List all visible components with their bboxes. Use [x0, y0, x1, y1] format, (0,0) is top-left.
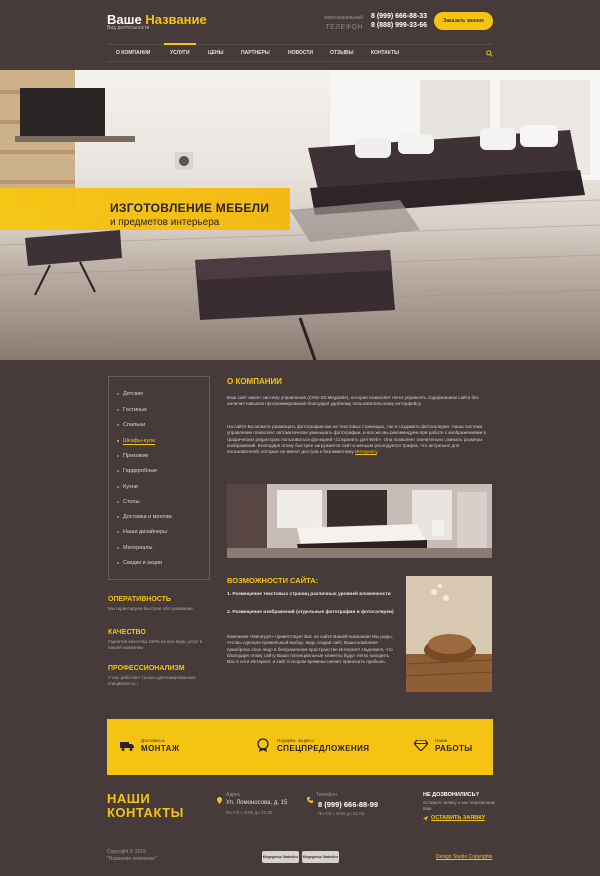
stats-badge-2[interactable]: Megagroup Statistics: [302, 851, 339, 863]
address-label: Адрес: [226, 792, 241, 798]
about-title: О КОМПАНИИ: [227, 377, 283, 386]
address-text: Ул. Ломоносова, д. 15: [226, 800, 288, 806]
brand-word-2: Название: [145, 12, 207, 27]
stats-badge-1[interactable]: Megagroup Statistics: [262, 851, 299, 863]
feature-text-quality: Гарантия качества 100% на все виды услуг…: [108, 639, 203, 650]
feature-title-professionalism: ПРОФЕССИОНАЛИЗМ: [108, 665, 185, 672]
diamond-icon: [414, 740, 428, 751]
capabilities-text: Компания «Мегагруп» приветствует Вас на …: [227, 634, 393, 665]
nav-item-news[interactable]: НОВОСТИ: [288, 45, 313, 62]
feature-text-professionalism: У нас работают только дипломированные сп…: [108, 675, 196, 686]
sidebar-item-delivery[interactable]: Доставка и монтаж: [117, 514, 172, 520]
sidebar-item-kids[interactable]: Детские: [116, 391, 143, 397]
promo-gifts-big[interactable]: СПЕЦПРЕДЛОЖЕНИЯ: [277, 744, 369, 753]
nav-item-reviews[interactable]: ОТЗЫВЫ: [330, 45, 353, 62]
nav-item-about[interactable]: О КОМПАНИИ: [116, 45, 150, 62]
promo-works-small: Наши: [435, 738, 448, 743]
chair-image: [406, 576, 492, 692]
sidebar-item-living-rooms[interactable]: Гостиные: [116, 407, 147, 413]
capability-item-1: 1. Размещение текстовых страниц различны…: [227, 592, 391, 597]
nav-item-prices[interactable]: ЦЕНЫ: [208, 45, 224, 62]
promo-delivery-big[interactable]: МОНТАЖ: [141, 744, 179, 753]
callback-title: НЕ ДОЗВОНИЛИСЬ?: [423, 792, 479, 798]
sidebar-item-bedrooms[interactable]: Спальни: [116, 422, 145, 428]
sidebar-item-materials[interactable]: Материалы: [116, 545, 152, 551]
internet-link[interactable]: Интернету: [355, 449, 377, 454]
send-icon: [423, 816, 428, 821]
capabilities-title: ВОЗМОЖНОСТИ САЙТА:: [227, 576, 319, 585]
contacts-title-line1: НАШИ: [107, 791, 151, 806]
feature-title-speed: ОПЕРАТИВНОСТЬ: [108, 596, 171, 603]
badge-icon: [257, 738, 269, 752]
phone-label: Телефон: [316, 792, 337, 798]
bedroom-illustration: [227, 484, 492, 558]
feature-text-speed: Мы гарантируем быстрое обслуживание: [108, 606, 193, 611]
header-phone-2: 8 (888) 999-33-66: [371, 22, 428, 29]
sidebar-item-kitchens[interactable]: Кухни: [117, 484, 138, 490]
sidebar-item-hallways[interactable]: Прихожие: [117, 453, 149, 459]
capability-item-2: 2. Размещение изображений (отдельные фот…: [227, 610, 394, 615]
brand-subtitle: Вид деятельности: [107, 25, 150, 31]
truck-icon: [120, 742, 134, 751]
bedroom-image: [227, 484, 492, 558]
sidebar-item-designers[interactable]: Наши дизайнеры: [116, 529, 167, 535]
copyright-line2: "Название компании": [107, 856, 157, 862]
location-pin-icon: [217, 797, 222, 804]
phone-caption: многоканальный ТЕЛЕФОН: [319, 14, 363, 32]
hero-subtitle: и предметов интерьера: [110, 217, 220, 228]
address-hours: Пн-Сб с 9:00 до 21:00: [226, 810, 273, 815]
search-icon[interactable]: [486, 50, 493, 57]
phone-icon: [307, 797, 313, 803]
nav-item-services[interactable]: УСЛУГИ: [164, 43, 196, 62]
promo-delivery-small: Доставка и: [141, 738, 165, 743]
phone-caption-line1: многоканальный: [324, 15, 363, 21]
chair-illustration: [406, 576, 492, 692]
sidebar-menu: Детские Гостиные Спальни Шкафы-купе Прих…: [108, 376, 210, 580]
leave-request-link[interactable]: ОСТАВИТЬ ЗАЯВКУ: [431, 815, 485, 821]
contacts-title-line2: КОНТАКТЫ: [107, 805, 184, 820]
hero-title: ИЗГОТОВЛЕНИЕ МЕБЕЛИ: [110, 201, 270, 215]
sidebar-item-wardrobes[interactable]: Шкафы-купе: [116, 438, 156, 445]
nav-item-contacts[interactable]: КОНТАКТЫ: [371, 45, 399, 62]
main-nav: О КОМПАНИИ УСЛУГИ ЦЕНЫ ПАРТНЕРЫ НОВОСТИ …: [107, 43, 493, 62]
promo-works-big[interactable]: РАБОТЫ: [435, 744, 473, 753]
nav-item-partners[interactable]: ПАРТНЕРЫ: [241, 45, 270, 62]
sidebar-item-discounts[interactable]: Скидки и акции: [116, 560, 162, 566]
order-call-button[interactable]: Заказать звонок: [434, 12, 493, 30]
header-phone-1: 8 (999) 666-88-33: [371, 13, 428, 20]
about-paragraph-2: На сайте Вы можете размещать фотографии …: [227, 424, 486, 455]
copyright: Copyright © 2015 "Название компании": [107, 849, 157, 863]
feature-title-quality: КАЧЕСТВО: [108, 629, 146, 636]
footer-phone: 8 (999) 666-88-99: [318, 800, 379, 809]
promo-bar: Доставка и МОНТАЖ Подарки, акции и СПЕЦП…: [107, 719, 493, 775]
sidebar-item-tables[interactable]: Столы: [117, 499, 140, 505]
contacts-title: НАШИ КОНТАКТЫ: [107, 792, 184, 820]
design-studio-link[interactable]: Design Studio Copyrights: [436, 854, 492, 860]
promo-gifts-small: Подарки, акции и: [277, 738, 314, 743]
callback-text: оставьте заявку и мы перезвоним вам: [423, 800, 495, 811]
phone-caption-line2: ТЕЛЕФОН: [325, 24, 363, 31]
about-paragraph-1: Ваш сайт имеет систему управления (CMS-S…: [227, 395, 479, 407]
sidebar-item-dressing-rooms[interactable]: Гардеробные: [116, 468, 157, 474]
copyright-line1: Copyright © 2015: [107, 849, 146, 855]
phone-hours: Пн-Сб с 9:00 до 21:00: [318, 811, 365, 816]
